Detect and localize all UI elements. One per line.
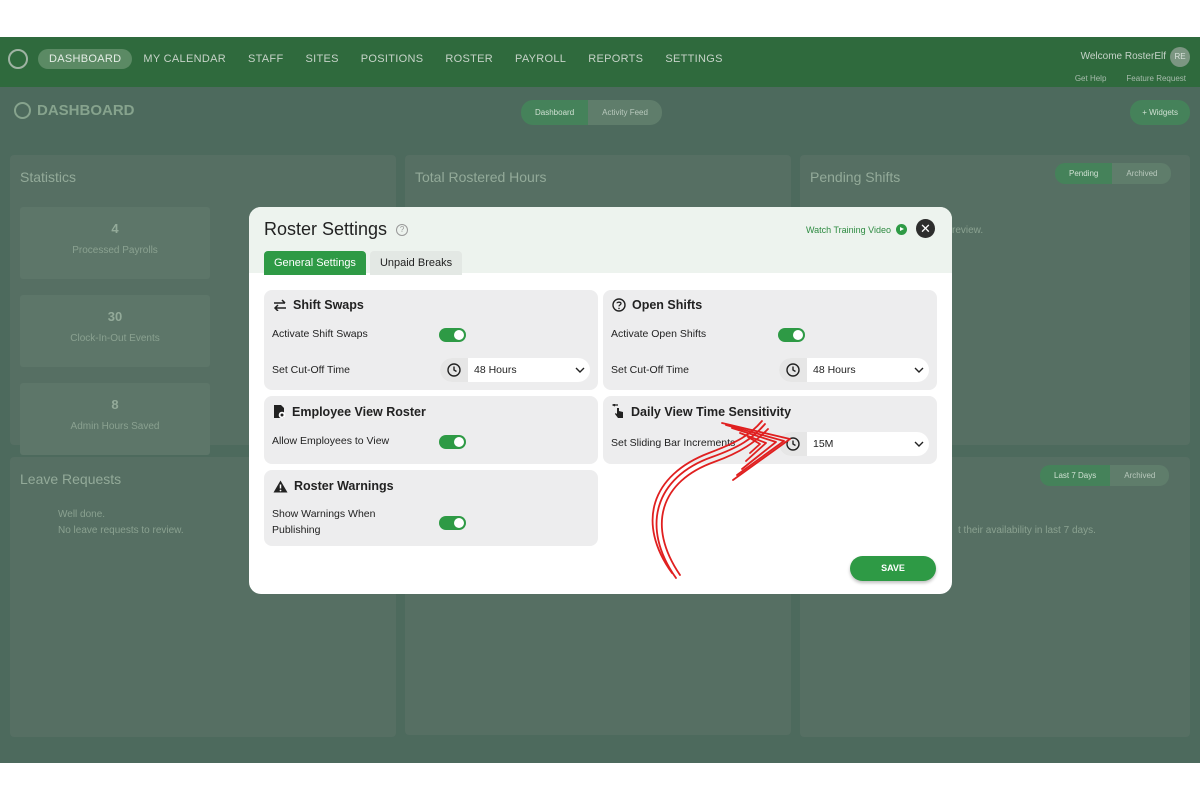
annotation-arrow-icon <box>651 420 791 579</box>
app-window: DASHBOARD MY CALENDAR STAFF SITES POSITI… <box>0 37 1200 763</box>
